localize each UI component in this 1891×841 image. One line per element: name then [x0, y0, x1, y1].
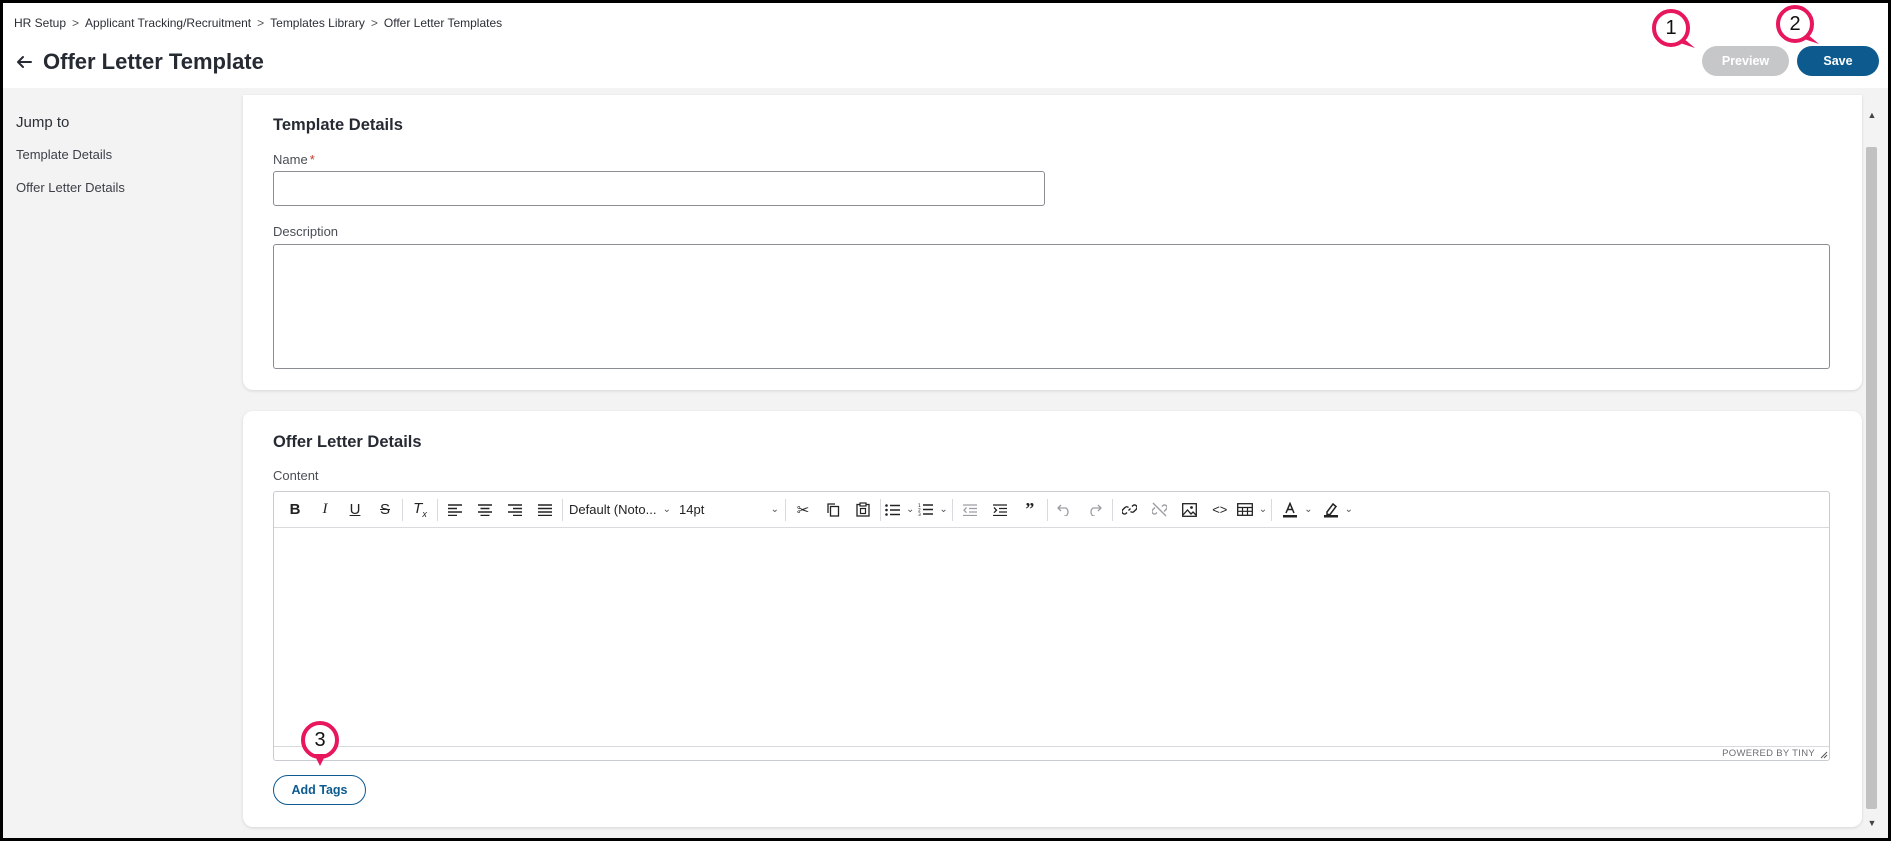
- chevron-down-icon: ⌄: [939, 504, 948, 515]
- chevron-down-icon: ⌄: [1304, 504, 1313, 515]
- image-icon[interactable]: [1175, 496, 1205, 524]
- italic-icon[interactable]: I: [310, 496, 340, 524]
- chevron-down-icon: ⌄: [1344, 504, 1353, 515]
- align-justify-icon[interactable]: [530, 496, 560, 524]
- numbered-list-icon: 123: [918, 503, 934, 516]
- callout-marker-1: 1: [1651, 8, 1695, 48]
- editor-toolbar: B I U S Tx Default (Noto... ⌄ 14pt ⌄ ✂ ⌄…: [274, 492, 1829, 528]
- bullet-list-dropdown[interactable]: ⌄: [883, 496, 916, 524]
- font-family-select[interactable]: Default (Noto... ⌄: [565, 496, 675, 524]
- breadcrumb-separator: >: [257, 16, 265, 30]
- section-title-template-details: Template Details: [273, 116, 403, 134]
- breadcrumb-item-templates-library[interactable]: Templates Library: [270, 16, 365, 30]
- name-label: Name *: [273, 152, 315, 167]
- page-scrollbar[interactable]: ▲ ▼: [1864, 107, 1880, 831]
- breadcrumb-item-ats[interactable]: Applicant Tracking/Recruitment: [85, 16, 251, 30]
- text-color-icon: [1283, 501, 1298, 517]
- add-tags-button[interactable]: Add Tags: [273, 775, 366, 805]
- underline-icon[interactable]: U: [340, 496, 370, 524]
- breadcrumb-item-hr-setup[interactable]: HR Setup: [14, 16, 66, 30]
- align-right-icon[interactable]: [500, 496, 530, 524]
- svg-text:3: 3: [918, 512, 921, 516]
- title-row: Offer Letter Template: [15, 49, 264, 75]
- description-textarea[interactable]: [273, 244, 1830, 369]
- powered-by-text: POWERED BY TINY: [1722, 748, 1815, 759]
- table-icon: [1236, 503, 1253, 516]
- code-icon[interactable]: <>: [1205, 496, 1235, 524]
- chevron-down-icon: ⌄: [770, 504, 779, 515]
- toolbar-divider: [1271, 498, 1273, 521]
- chevron-down-icon: ⌄: [906, 504, 915, 515]
- template-details-card: Template Details Name * Description: [243, 95, 1862, 390]
- toolbar-divider: [785, 498, 786, 521]
- offer-letter-details-card: Offer Letter Details Content B I U S Tx: [243, 411, 1862, 827]
- font-family-value: Default (Noto...: [569, 502, 657, 517]
- link-icon[interactable]: [1115, 496, 1145, 524]
- redo-icon[interactable]: [1080, 496, 1110, 524]
- breadcrumb-separator: >: [72, 16, 80, 30]
- bullet-list-icon: [885, 503, 900, 516]
- undo-icon[interactable]: [1050, 496, 1080, 524]
- toolbar-divider: [562, 498, 563, 521]
- font-size-value: 14pt: [679, 502, 705, 517]
- align-left-icon[interactable]: [440, 496, 470, 524]
- numbered-list-dropdown[interactable]: 123 ⌄: [916, 496, 949, 524]
- bold-icon[interactable]: B: [280, 496, 310, 524]
- name-label-text: Name: [273, 152, 308, 167]
- scroll-down-arrow-icon[interactable]: ▼: [1864, 815, 1880, 831]
- name-input[interactable]: [273, 171, 1045, 206]
- scroll-up-arrow-icon[interactable]: ▲: [1864, 107, 1880, 123]
- app-frame: HR Setup > Applicant Tracking/Recruitmen…: [3, 3, 1888, 838]
- callout-marker-3: 3: [300, 720, 340, 766]
- back-arrow-icon[interactable]: [15, 53, 33, 71]
- section-title-offer-letter-details: Offer Letter Details: [273, 433, 422, 451]
- toolbar-divider: [402, 498, 403, 521]
- align-center-icon[interactable]: [470, 496, 500, 524]
- chevron-down-icon: ⌄: [1258, 504, 1268, 515]
- jump-to-title: Jump to: [16, 114, 70, 131]
- page-title: Offer Letter Template: [43, 49, 264, 74]
- save-button[interactable]: Save: [1797, 46, 1879, 76]
- content-label: Content: [273, 468, 319, 483]
- callout-number: 3: [314, 728, 326, 751]
- toolbar-divider: [880, 498, 881, 521]
- unlink-icon[interactable]: [1145, 496, 1175, 524]
- required-marker: *: [309, 152, 315, 167]
- resize-handle-icon[interactable]: [1818, 749, 1828, 759]
- jump-link-offer-letter-details[interactable]: Offer Letter Details: [16, 180, 125, 195]
- highlighter-icon: [1323, 502, 1338, 517]
- breadcrumb-item-offer-letter-templates[interactable]: Offer Letter Templates: [384, 16, 502, 30]
- toolbar-divider: [437, 498, 438, 521]
- cut-icon[interactable]: ✂: [788, 496, 818, 524]
- editor-content-area[interactable]: [274, 529, 1829, 746]
- preview-button[interactable]: Preview: [1702, 46, 1789, 76]
- toolbar-divider: [951, 498, 953, 521]
- paste-icon[interactable]: [848, 496, 878, 524]
- text-color-dropdown[interactable]: ⌄: [1280, 496, 1314, 524]
- highlight-color-dropdown[interactable]: ⌄: [1321, 496, 1355, 524]
- toolbar-divider: [1111, 498, 1113, 521]
- jump-link-template-details[interactable]: Template Details: [16, 147, 112, 162]
- copy-icon[interactable]: [818, 496, 848, 524]
- rich-text-editor: B I U S Tx Default (Noto... ⌄ 14pt ⌄ ✂ ⌄…: [273, 491, 1830, 761]
- breadcrumb: HR Setup > Applicant Tracking/Recruitmen…: [14, 16, 502, 30]
- font-size-select[interactable]: 14pt ⌄: [675, 496, 783, 524]
- clear-formatting-icon[interactable]: Tx: [405, 496, 435, 524]
- strikethrough-icon[interactable]: S: [370, 496, 400, 524]
- description-label: Description: [273, 224, 339, 239]
- indent-icon[interactable]: [985, 496, 1015, 524]
- callout-number: 1: [1665, 16, 1677, 39]
- blockquote-icon[interactable]: ”: [1015, 496, 1045, 524]
- callout-marker-2: 2: [1775, 4, 1819, 44]
- page-header: HR Setup > Applicant Tracking/Recruitmen…: [3, 3, 1888, 88]
- outdent-icon[interactable]: [955, 496, 985, 524]
- scroll-thumb[interactable]: [1866, 147, 1877, 809]
- table-dropdown[interactable]: ⌄: [1235, 496, 1269, 524]
- chevron-down-icon: ⌄: [662, 504, 671, 515]
- callout-number: 2: [1789, 12, 1801, 35]
- breadcrumb-separator: >: [370, 16, 378, 30]
- editor-status-bar: POWERED BY TINY: [274, 746, 1829, 760]
- toolbar-divider: [1046, 498, 1048, 521]
